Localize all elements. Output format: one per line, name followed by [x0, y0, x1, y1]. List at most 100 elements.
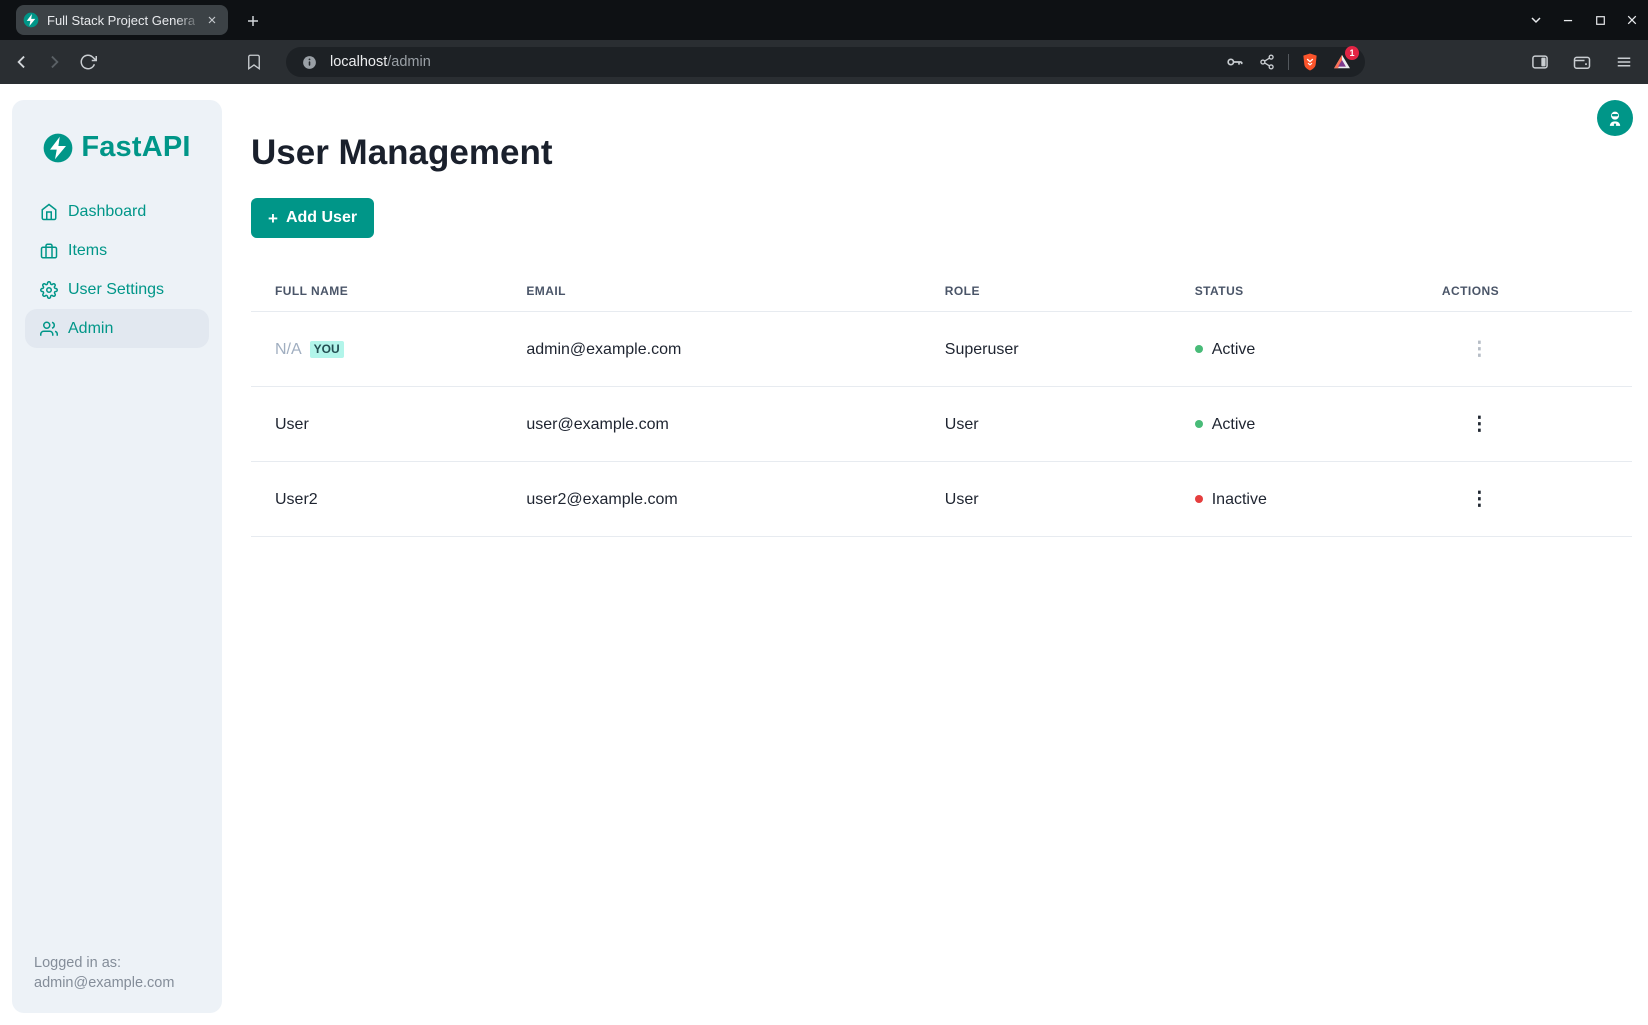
users-icon — [40, 320, 58, 338]
share-icon — [1258, 53, 1276, 71]
tab-search-button[interactable] — [1528, 12, 1544, 28]
row-actions-menu-button[interactable]: ⋮ — [1464, 413, 1495, 436]
reload-icon — [79, 53, 97, 71]
brave-rewards-button[interactable]: 1 — [1331, 51, 1353, 73]
key-icon — [1225, 52, 1245, 72]
main-content: User Management + Add User FULL NAME EMA… — [251, 84, 1632, 537]
brave-shield-icon — [1300, 52, 1320, 72]
window-maximize-button[interactable] — [1592, 12, 1608, 28]
forward-arrow-icon — [44, 52, 64, 72]
fastapi-favicon-icon — [23, 12, 39, 28]
full-name-value: N/A — [275, 341, 302, 358]
sidebar: FastAPI Dashboard Items User Settings Ad… — [12, 100, 222, 1013]
cell-full-name: User2 — [251, 462, 502, 537]
address-bar[interactable]: localhost/admin 1 — [286, 47, 1365, 77]
user-menu-button[interactable] — [1597, 100, 1633, 136]
add-user-button[interactable]: + Add User — [251, 198, 374, 238]
hamburger-menu-icon — [1614, 52, 1634, 72]
new-tab-button[interactable] — [240, 8, 266, 34]
close-icon — [206, 14, 218, 26]
cell-actions: ⋮ — [1418, 312, 1632, 387]
cell-full-name: User — [251, 387, 502, 462]
table-row: N/AYOU admin@example.com Superuser Activ… — [251, 312, 1632, 387]
rewards-badge: 1 — [1345, 46, 1359, 60]
cell-status: Active — [1171, 387, 1418, 462]
cell-status: Inactive — [1171, 462, 1418, 537]
status-value: Inactive — [1212, 491, 1267, 508]
window-minimize-button[interactable] — [1560, 12, 1576, 28]
browser-tab[interactable]: Full Stack Project Genera — [16, 5, 228, 35]
wallet-icon — [1572, 52, 1592, 72]
column-header-actions: ACTIONS — [1418, 270, 1632, 312]
column-header-status: STATUS — [1171, 270, 1418, 312]
side-panel-icon — [1530, 52, 1550, 72]
url-text: localhost/admin — [330, 54, 431, 70]
maximize-icon — [1594, 14, 1607, 27]
browser-titlebar: Full Stack Project Genera — [0, 0, 1648, 40]
gear-icon — [40, 281, 58, 299]
cell-actions: ⋮ — [1418, 387, 1632, 462]
column-header-email: EMAIL — [502, 270, 920, 312]
fastapi-bolt-icon — [43, 133, 73, 163]
plus-icon — [245, 13, 261, 29]
window-close-button[interactable] — [1624, 12, 1640, 28]
bookmark-button[interactable] — [240, 48, 268, 76]
url-path: /admin — [387, 54, 431, 70]
tab-close-button[interactable] — [203, 11, 221, 29]
webpage: FastAPI Dashboard Items User Settings Ad… — [0, 84, 1648, 1025]
status-value: Active — [1212, 341, 1256, 358]
cell-role: Superuser — [921, 312, 1171, 387]
cell-status: Active — [1171, 312, 1418, 387]
column-header-full-name: FULL NAME — [251, 270, 502, 312]
tab-title: Full Stack Project Genera — [47, 13, 195, 28]
logo-text: FastAPI — [81, 131, 190, 164]
reload-button[interactable] — [74, 48, 102, 76]
chevron-down-icon — [1528, 12, 1544, 28]
status-dot — [1195, 420, 1203, 428]
sidebar-item-label: Items — [68, 242, 107, 260]
forward-button[interactable] — [40, 48, 68, 76]
site-info-icon[interactable] — [298, 51, 320, 73]
plus-icon: + — [268, 210, 278, 227]
back-button[interactable] — [8, 48, 36, 76]
cell-actions: ⋮ — [1418, 462, 1632, 537]
you-badge: YOU — [310, 341, 344, 358]
sidebar-item-label: Admin — [68, 320, 113, 338]
sidebar-toggle-button[interactable] — [1526, 48, 1554, 76]
table-row: User user@example.com User Active ⋮ — [251, 387, 1632, 462]
toolbar-divider — [1288, 54, 1289, 70]
minimize-icon — [1561, 13, 1575, 27]
column-header-role: ROLE — [921, 270, 1171, 312]
sidebar-item-dashboard[interactable]: Dashboard — [25, 192, 209, 231]
sidebar-item-items[interactable]: Items — [25, 231, 209, 270]
sidebar-item-admin[interactable]: Admin — [25, 309, 209, 348]
row-actions-menu-button[interactable]: ⋮ — [1464, 488, 1495, 511]
home-icon — [40, 203, 58, 221]
password-key-button[interactable] — [1224, 51, 1246, 73]
table-header-row: FULL NAME EMAIL ROLE STATUS ACTIONS — [251, 270, 1632, 312]
toolbar-right-group — [1526, 48, 1638, 76]
cell-role: User — [921, 462, 1171, 537]
table-row: User2 user2@example.com User Inactive ⋮ — [251, 462, 1632, 537]
sidebar-item-label: Dashboard — [68, 203, 146, 221]
bookmark-icon — [245, 53, 263, 71]
add-user-label: Add User — [286, 209, 357, 227]
sidebar-nav: Dashboard Items User Settings Admin — [12, 192, 222, 348]
brave-shields-button[interactable] — [1299, 51, 1321, 73]
cell-full-name: N/A YOU — [251, 312, 502, 387]
user-astronaut-icon — [1605, 108, 1625, 128]
browser-menu-button[interactable] — [1610, 48, 1638, 76]
logged-in-as-email: admin@example.com — [34, 973, 174, 993]
row-actions-menu-button: ⋮ — [1464, 338, 1495, 361]
wallet-button[interactable] — [1568, 48, 1596, 76]
sidebar-item-label: User Settings — [68, 281, 164, 299]
sidebar-item-user-settings[interactable]: User Settings — [25, 270, 209, 309]
status-dot — [1195, 495, 1203, 503]
cell-email: user@example.com — [502, 387, 920, 462]
logged-in-as-label: Logged in as: — [34, 953, 174, 973]
users-table: FULL NAME EMAIL ROLE STATUS ACTIONS N/A Y… — [251, 270, 1632, 537]
share-button[interactable] — [1256, 51, 1278, 73]
window-controls — [1528, 0, 1640, 40]
cell-role: User — [921, 387, 1171, 462]
page-title: User Management — [251, 84, 1632, 174]
